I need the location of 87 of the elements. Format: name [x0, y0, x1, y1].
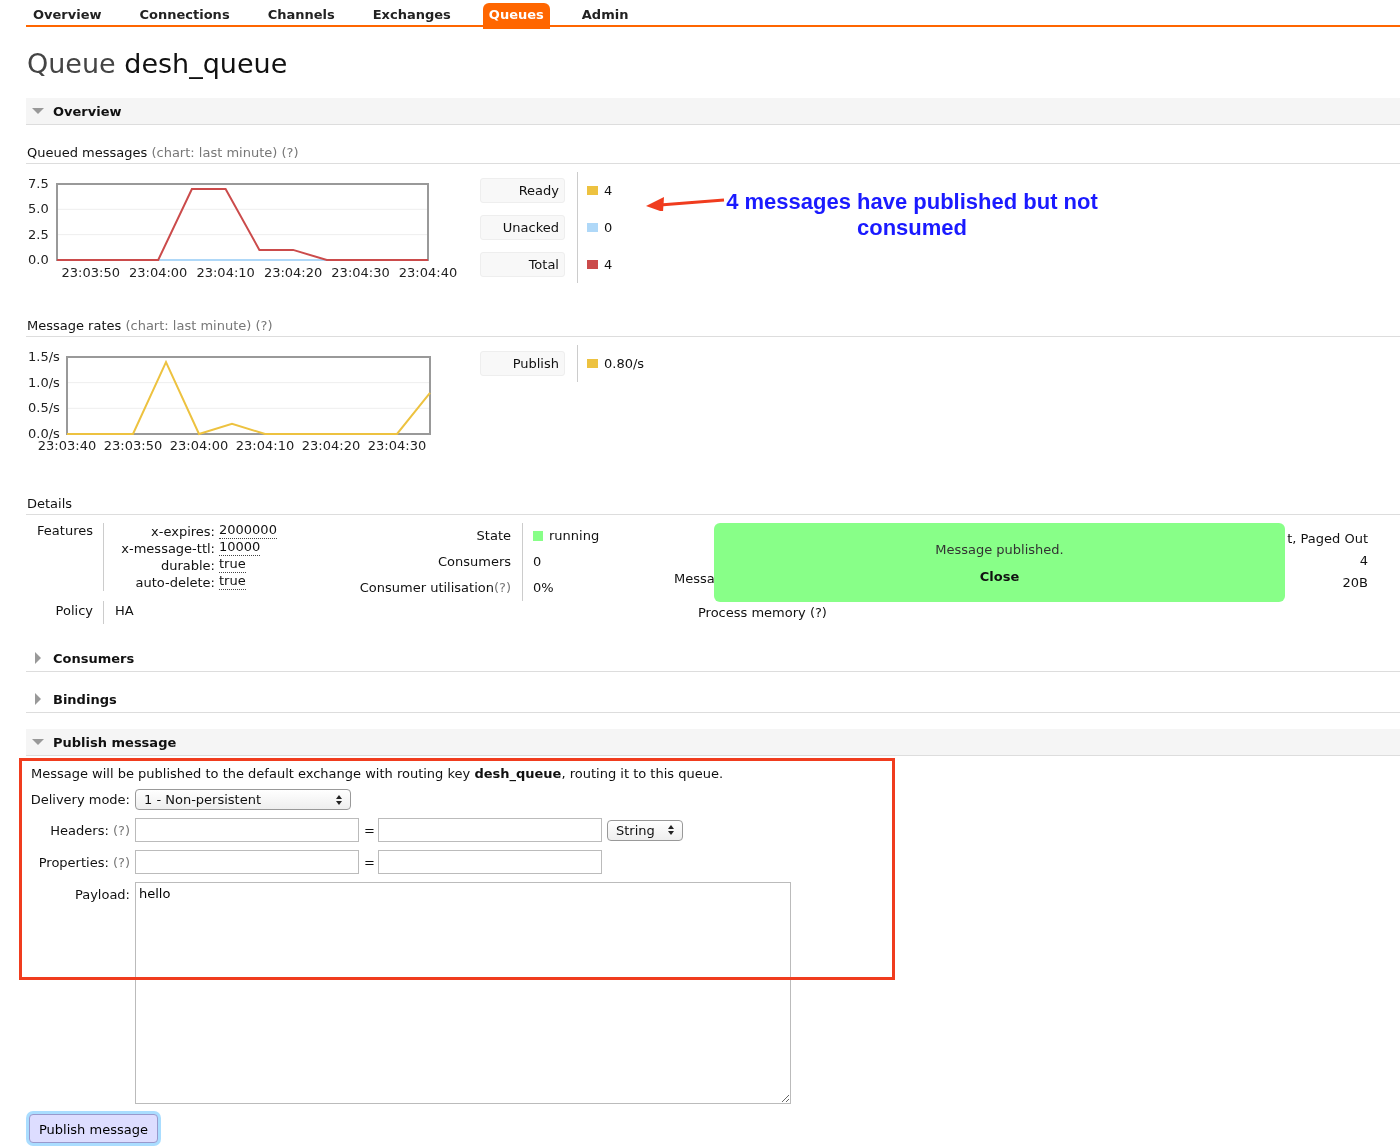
equals-sign: = — [364, 854, 373, 870]
header-key-field[interactable] — [135, 818, 359, 842]
policy-value: HA — [115, 603, 134, 618]
equals-sign: = — [364, 822, 373, 838]
y-tick-label: 1.0/s — [28, 374, 61, 390]
legend-value: 0.80/s — [604, 356, 645, 371]
page-title: Queue desh_queue — [27, 47, 289, 81]
feature-key: x-expires: — [104, 523, 215, 540]
legend-label: Ready — [480, 178, 565, 203]
y-tick-label: 7.5 — [28, 176, 49, 191]
y-tick-label: 0.0/s — [28, 426, 61, 441]
x-tick-label: 23:04:10 — [196, 265, 255, 280]
x-tick-label: 23:04:30 — [331, 265, 390, 280]
payload-field[interactable]: hello — [135, 882, 791, 1104]
section-title: Publish message — [53, 734, 177, 750]
stat-label: Messa — [674, 571, 715, 586]
nav-tab[interactable]: Admin — [575, 3, 635, 29]
stat-text: 20B — [1342, 575, 1368, 590]
stat-value: 0 — [533, 553, 542, 571]
stat-label: State — [346, 523, 523, 549]
legend-value: 0 — [604, 220, 613, 235]
stat-value: running — [549, 527, 600, 545]
field-label: Properties: (?) — [37, 854, 130, 870]
x-tick-label: 23:04:00 — [169, 438, 229, 453]
legend-value: 4 — [604, 183, 613, 198]
section-header[interactable]: Overview — [26, 98, 1400, 125]
y-tick-label: 5.0 — [28, 201, 49, 217]
field-label: Headers: (?) — [49, 822, 130, 838]
toast-message: Message published. — [935, 541, 1064, 557]
feature-value: 2000000 — [219, 523, 277, 539]
feature-value: 10000 — [219, 540, 261, 556]
feature-value: true — [219, 574, 246, 590]
section-header[interactable]: Publish message — [26, 729, 1400, 756]
stat-label: Process memory (?) — [698, 605, 827, 620]
x-tick-label: 23:03:40 — [37, 438, 97, 453]
publish-message-button[interactable]: Publish message — [29, 1114, 158, 1143]
stat-value: 0% — [533, 579, 554, 597]
x-tick-label: 23:04:30 — [367, 438, 427, 453]
nav-tab[interactable]: Channels — [261, 3, 341, 29]
legend-label: Total — [480, 252, 565, 277]
stat-text: t, Paged Out — [1287, 531, 1368, 546]
feature-key: auto-delete: — [104, 574, 215, 591]
updown-arrows-icon — [336, 794, 342, 805]
x-tick-label: 23:04:10 — [235, 438, 295, 453]
feature-value: true — [219, 557, 246, 573]
y-tick-label: 1.5/s — [28, 349, 61, 364]
legend-label: Publish — [480, 351, 565, 376]
nav-tab[interactable]: Overview — [27, 3, 108, 29]
legend-value: 4 — [604, 257, 613, 272]
header-value-field[interactable] — [378, 818, 602, 842]
x-tick-label: 23:03:50 — [103, 438, 163, 453]
section-title: Overview — [53, 103, 122, 119]
x-tick-label: 23:03:50 — [61, 265, 120, 280]
field-label: Delivery mode: — [29, 792, 130, 807]
legend-label: Unacked — [480, 215, 565, 240]
nav-tab[interactable]: Connections — [133, 3, 236, 29]
header-type-select[interactable]: String — [607, 819, 683, 841]
property-key-field[interactable] — [135, 850, 359, 874]
x-tick-label: 23:04:20 — [301, 438, 361, 453]
feature-key: durable: — [104, 557, 215, 574]
line-series — [66, 361, 431, 435]
y-tick-label: 0.0 — [28, 252, 49, 267]
annotation-text: 4 messages have published but not consumed — [725, 189, 1099, 241]
publish-description: Message will be published to the default exchange with routing key desh_queue, routing it to this queue. — [31, 766, 725, 781]
x-tick-label: 23:04:40 — [398, 265, 458, 280]
policy-label: Policy — [26, 601, 104, 624]
delivery-mode-select[interactable]: 1 - Non-persistent — [135, 789, 351, 810]
chart-heading: Message rates (chart: last minute) (?) — [27, 318, 273, 333]
status-square-icon — [533, 531, 543, 541]
close-button[interactable]: Close — [979, 568, 1020, 584]
stat-label: Consumer utilisation(?) — [346, 575, 523, 601]
property-value-field[interactable] — [378, 850, 602, 874]
section-title: Consumers — [53, 650, 135, 666]
x-tick-label: 23:04:00 — [128, 265, 188, 280]
details-heading: Details — [27, 496, 73, 511]
y-tick-label: 0.5/s — [28, 400, 61, 416]
stat-text: 4 — [1359, 553, 1368, 568]
section-title: Bindings — [53, 691, 117, 707]
x-tick-label: 23:04:20 — [263, 265, 323, 280]
field-label: Payload: — [73, 886, 130, 902]
chart-heading: Queued messages (chart: last minute) (?) — [27, 145, 299, 160]
stat-label: Consumers — [346, 549, 523, 575]
y-tick-label: 2.5 — [28, 226, 49, 242]
nav-tab[interactable]: Exchanges — [366, 3, 457, 29]
updown-arrows-icon — [668, 825, 674, 835]
features-label: Features — [26, 523, 104, 591]
feature-key: x-message-ttl: — [104, 540, 215, 557]
